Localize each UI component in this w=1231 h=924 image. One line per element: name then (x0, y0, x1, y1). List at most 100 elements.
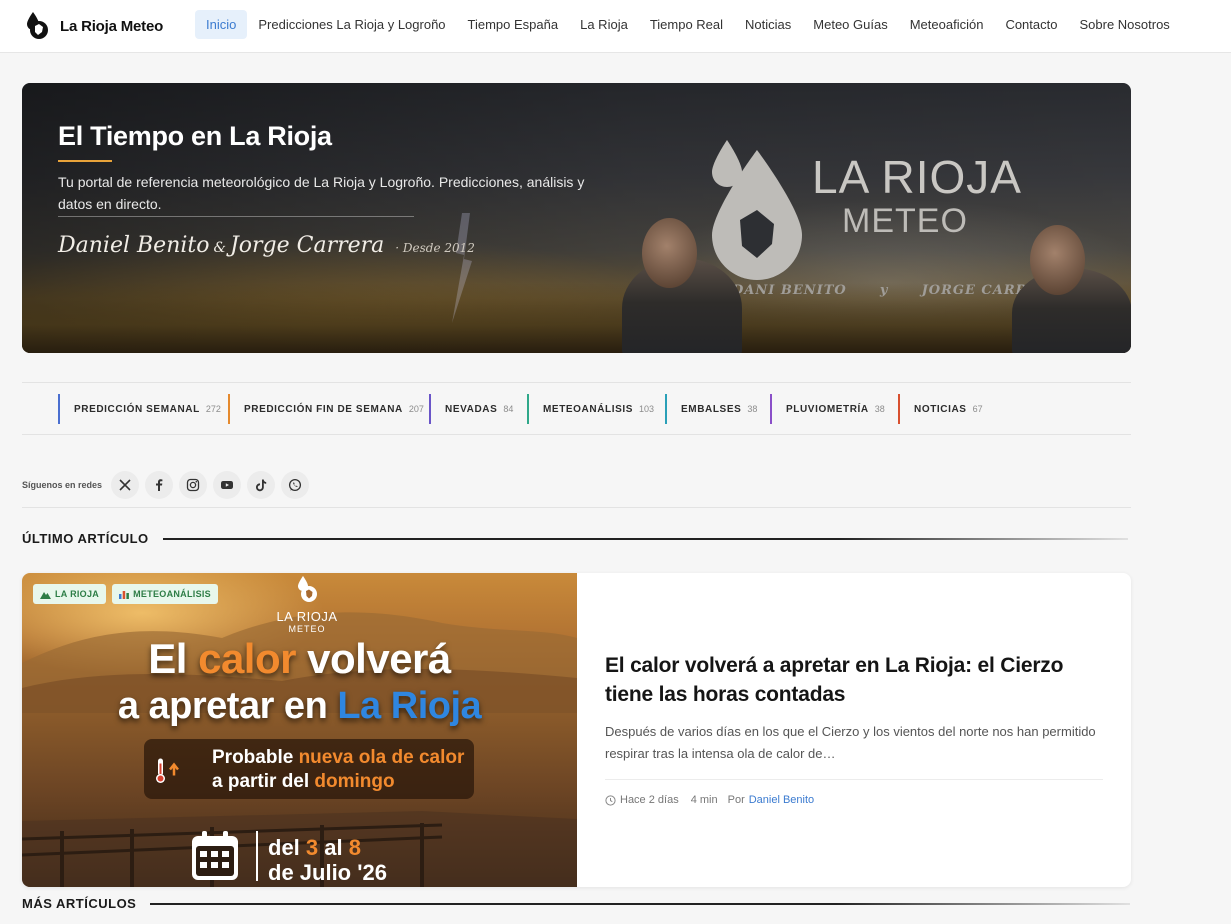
social-divider (22, 507, 1131, 508)
calendar-icon (192, 831, 238, 880)
hero-title-underline (58, 160, 112, 162)
badge-label: LA RIOJA (55, 589, 100, 599)
social-tiktok-button[interactable] (247, 471, 276, 499)
badge-label: METEOANÁLISIS (133, 589, 211, 599)
social-bar: Síguenos en redes (22, 471, 315, 499)
category-prediccion-semanal[interactable]: PREDICCIÓN SEMANAL 272 (58, 394, 221, 424)
hero-person-left-head (642, 218, 697, 288)
more-section-title: MÁS ARTÍCULOS (22, 896, 137, 911)
more-section-heading: MÁS ARTÍCULOS (22, 896, 1131, 911)
featured-badges: LA RIOJA METEOANÁLISIS (33, 584, 218, 604)
hero-amp: & (213, 240, 226, 256)
social-youtube-button[interactable] (213, 471, 242, 499)
nav-item-sobre-nosotros[interactable]: Sobre Nosotros (1068, 10, 1180, 39)
hero-brand-line1: LA RIOJA (812, 151, 1022, 203)
category-label: PREDICCIÓN SEMANAL (74, 403, 200, 415)
featured-article-title[interactable]: El calor volverá a apretar en La Rioja: … (605, 651, 1105, 709)
hero-image-names: DANI BENITO y JORGE CARRERA (732, 283, 1061, 298)
featured-image-logo-line2: METEO (288, 624, 326, 634)
category-count: 207 (408, 404, 424, 414)
featured-image-date-1: del 3 al 8 (268, 835, 361, 861)
latest-section-title: ÚLTIMO ARTÍCULO (22, 531, 149, 546)
featured-article-card[interactable]: LA RIOJA METEOANÁLISIS LA RIOJA METEO El… (22, 573, 1131, 887)
nav-item-la-rioja[interactable]: La Rioja (569, 10, 639, 39)
x-icon (119, 479, 131, 491)
article-time-ago: Hace 2 días (620, 794, 679, 806)
hero-subtitle: Tu portal de referencia meteorológico de… (58, 174, 585, 212)
nav-item-noticias[interactable]: Noticias (734, 10, 802, 39)
featured-article-meta: Hace 2 días 4 min Por Daniel Benito (605, 794, 1105, 806)
facebook-icon (156, 479, 163, 491)
category-count: 38 (747, 404, 758, 414)
category-nevadas[interactable]: NEVADAS 84 (429, 394, 513, 424)
headline-text: El (148, 635, 199, 682)
whatsapp-icon (288, 478, 302, 492)
nav-item-tiempo-espana[interactable]: Tiempo España (457, 10, 570, 39)
nav-item-meteoaficion[interactable]: Meteoafición (899, 10, 995, 39)
thermometer-up-icon (156, 758, 179, 783)
featured-article-excerpt: Después de varios días en los que el Cie… (605, 724, 1096, 761)
section-line (150, 902, 1131, 905)
badge-la-rioja[interactable]: LA RIOJA (33, 584, 107, 604)
category-count: 84 (503, 404, 514, 414)
nav-item-tiempo-real[interactable]: Tiempo Real (639, 10, 734, 39)
social-label: Síguenos en redes (22, 480, 103, 490)
hero-person-right-head (1030, 225, 1085, 295)
featured-image-callout: Probable nueva ola de calor a partir del… (144, 739, 474, 799)
headline-highlight: calor (198, 635, 296, 682)
category-label: EMBALSES (681, 403, 742, 415)
tiktok-icon (256, 479, 267, 492)
hero-banner: LA RIOJA METEO DANI BENITO y JORGE CARRE… (22, 83, 1131, 353)
featured-image-date-2: de Julio '26 (268, 860, 387, 885)
featured-article-divider (605, 779, 1103, 780)
instagram-icon (186, 478, 200, 492)
hero-authors: Daniel Benito & Jorge Carrera · Desde 2012 (58, 233, 475, 258)
category-meteoanalisis[interactable]: METEOANÁLISIS 103 (527, 394, 654, 424)
date-text: del (268, 835, 306, 860)
hero-author-2: Jorge Carrera (229, 233, 385, 258)
featured-article-image[interactable]: LA RIOJA METEOANÁLISIS LA RIOJA METEO El… (22, 573, 577, 887)
category-embalses[interactable]: EMBALSES 38 (665, 394, 757, 424)
category-label: PLUVIOMETRÍA (786, 403, 869, 415)
article-by-label: Por (727, 794, 745, 806)
category-prediccion-fin-de-semana[interactable]: PREDICCIÓN FIN DE SEMANA 207 (228, 394, 424, 424)
hero-since: · Desde 2012 (395, 241, 475, 255)
social-x-button[interactable] (111, 471, 140, 499)
date-highlight: 8 (348, 835, 361, 860)
article-author-link[interactable]: Daniel Benito (749, 794, 814, 806)
callout-line-1: Probable nueva ola de calor (212, 747, 464, 769)
brand-link[interactable]: La Rioja Meteo (24, 10, 163, 42)
lightning-icon (452, 213, 472, 323)
category-noticias[interactable]: NOTICIAS 67 (898, 394, 983, 424)
headline-text: a apretar en (117, 685, 338, 727)
nav-item-predicciones[interactable]: Predicciones La Rioja y Logroño (247, 10, 456, 39)
category-count: 38 (874, 404, 885, 414)
social-whatsapp-button[interactable] (281, 471, 310, 499)
callout-highlight: domingo (314, 771, 395, 792)
featured-image-headline-1: El calor volverá (22, 635, 577, 683)
date-separator (256, 831, 258, 881)
logo-drop-icon (298, 576, 317, 602)
section-line (162, 537, 1128, 540)
clock-icon (605, 794, 616, 806)
youtube-icon (221, 481, 234, 489)
article-read-time: 4 min (690, 794, 718, 806)
category-label: NOTICIAS (914, 403, 967, 415)
chart-icon (119, 591, 129, 599)
nav-item-meteo-guias[interactable]: Meteo Guías (802, 10, 898, 39)
featured-image-logo: LA RIOJA METEO (272, 576, 342, 634)
category-pluviometria[interactable]: PLUVIOMETRÍA 38 (770, 394, 885, 424)
hero-brand-mark: LA RIOJA METEO DANI BENITO y JORGE CARRE… (702, 128, 1060, 298)
social-facebook-button[interactable] (145, 471, 174, 499)
nav-item-contacto[interactable]: Contacto (994, 10, 1068, 39)
category-count: 103 (639, 404, 655, 414)
latest-section-heading: ÚLTIMO ARTÍCULO (22, 531, 1128, 546)
callout-line-2: a partir del domingo (212, 771, 395, 793)
social-instagram-button[interactable] (179, 471, 208, 499)
brand-name: La Rioja Meteo (60, 17, 164, 35)
nav-item-inicio[interactable]: Inicio (195, 10, 248, 39)
date-highlight: 3 (305, 835, 319, 860)
hero-brand-line2: METEO (842, 202, 968, 240)
category-label: NEVADAS (445, 403, 498, 415)
badge-meteoanalisis[interactable]: METEOANÁLISIS (112, 584, 218, 604)
